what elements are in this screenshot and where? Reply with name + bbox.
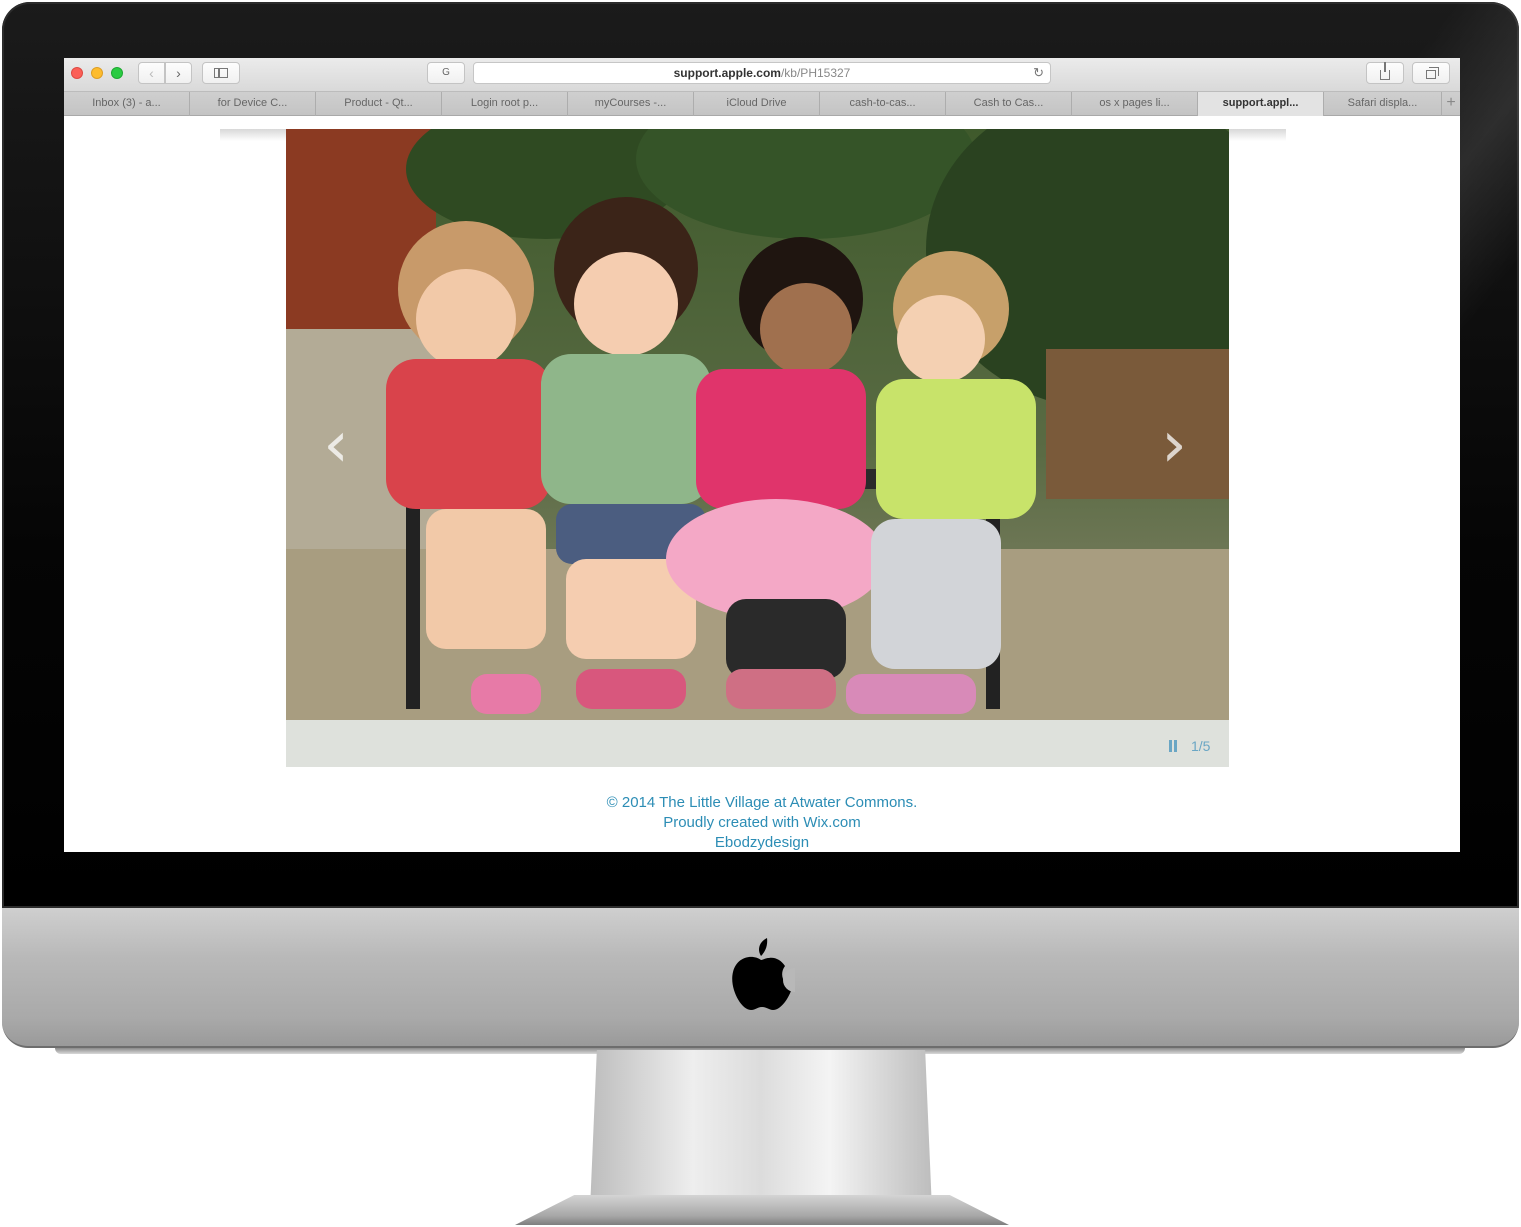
wix-credit-link[interactable]: Proudly created with Wix.com xyxy=(64,813,1460,833)
zoom-window-button[interactable] xyxy=(111,67,123,79)
tab-label: Inbox (3) - a... xyxy=(92,97,161,109)
tab-mycourses[interactable]: myCourses -... xyxy=(568,92,694,116)
stand-foot xyxy=(515,1195,1009,1225)
tab-label: Product - Qt... xyxy=(344,97,413,109)
tab-cash-to-cas-1[interactable]: cash-to-cas... xyxy=(820,92,946,116)
tab-product[interactable]: Product - Qt... xyxy=(316,92,442,116)
tab-login[interactable]: Login root p... xyxy=(442,92,568,116)
minimize-window-button[interactable] xyxy=(91,67,103,79)
screen: ‹ › G support.apple.com/kb/PH15327 ↻ Inb… xyxy=(64,58,1460,852)
close-window-button[interactable] xyxy=(71,67,83,79)
tab-label: myCourses -... xyxy=(594,97,667,109)
chevron-left-icon: ‹ xyxy=(323,408,349,482)
tab-support-apple[interactable]: support.appl... xyxy=(1198,92,1324,116)
pause-icon[interactable] xyxy=(1168,740,1178,752)
slideshow-photo xyxy=(286,129,1229,720)
tab-label: support.appl... xyxy=(1222,97,1299,109)
copyright-text: © 2014 The Little Village at Atwater Com… xyxy=(606,794,918,811)
tab-cash-to-cas-2[interactable]: Cash to Cas... xyxy=(946,92,1072,116)
tabs-overview-icon xyxy=(1426,67,1439,79)
designer-credit[interactable]: Ebodzydesign xyxy=(64,833,1460,852)
web-page: ‹ › 1/5 © 2014 The Little Village at Atw… xyxy=(64,117,1460,852)
plus-icon: + xyxy=(1446,94,1456,111)
imac-mockup: ‹ › G support.apple.com/kb/PH15327 ↻ Inb… xyxy=(0,0,1521,1227)
new-tab-button[interactable]: + xyxy=(1442,92,1460,116)
address-bar[interactable]: support.apple.com/kb/PH15327 ↻ xyxy=(473,62,1051,84)
sidebar-toggle-button[interactable] xyxy=(202,62,240,84)
tab-osx-pages[interactable]: os x pages li... xyxy=(1072,92,1198,116)
tab-safari-display[interactable]: Safari displa... xyxy=(1324,92,1442,116)
forward-button[interactable]: › xyxy=(165,62,192,84)
tab-label: cash-to-cas... xyxy=(849,97,916,109)
tab-label: iCloud Drive xyxy=(726,97,787,109)
reader-button[interactable]: G xyxy=(427,62,465,84)
tab-inbox[interactable]: Inbox (3) - a... xyxy=(64,92,190,116)
share-icon xyxy=(1380,62,1390,80)
show-all-tabs-button[interactable] xyxy=(1412,62,1450,84)
monitor-chin xyxy=(2,908,1519,1048)
slideshow-controls xyxy=(286,720,1229,767)
back-button[interactable]: ‹ xyxy=(138,62,165,84)
next-slide-button[interactable]: › xyxy=(1154,413,1194,477)
reader-label: G xyxy=(442,67,450,78)
reload-icon[interactable]: ↻ xyxy=(1033,63,1044,83)
photo-slideshow: ‹ › 1/5 xyxy=(286,129,1229,767)
tab-label: os x pages li... xyxy=(1099,97,1170,109)
sidebar-icon xyxy=(214,68,228,78)
url-host: support.apple.com xyxy=(673,66,781,80)
share-button[interactable] xyxy=(1366,62,1404,84)
chevron-left-icon: ‹ xyxy=(149,65,154,81)
tab-bar: Inbox (3) - a... for Device C... Product… xyxy=(64,92,1460,116)
slide-counter: 1/5 xyxy=(1191,738,1211,754)
browser-toolbar: ‹ › G support.apple.com/kb/PH15327 ↻ xyxy=(64,58,1460,92)
tab-icloud-drive[interactable]: iCloud Drive xyxy=(694,92,820,116)
tab-device[interactable]: for Device C... xyxy=(190,92,316,116)
site-footer: © 2014 The Little Village at Atwater Com… xyxy=(64,793,1460,852)
tab-label: Cash to Cas... xyxy=(973,97,1044,109)
tab-label: Login root p... xyxy=(470,97,539,109)
previous-slide-button[interactable]: ‹ xyxy=(316,413,356,477)
chevron-right-icon: › xyxy=(176,65,181,81)
chevron-right-icon: › xyxy=(1161,408,1187,482)
url-path: /kb/PH15327 xyxy=(780,66,851,80)
stand-neck xyxy=(590,1050,932,1210)
tab-label: for Device C... xyxy=(217,97,288,109)
tab-label: Safari displa... xyxy=(1347,97,1418,109)
apple-logo-icon xyxy=(732,938,795,1010)
